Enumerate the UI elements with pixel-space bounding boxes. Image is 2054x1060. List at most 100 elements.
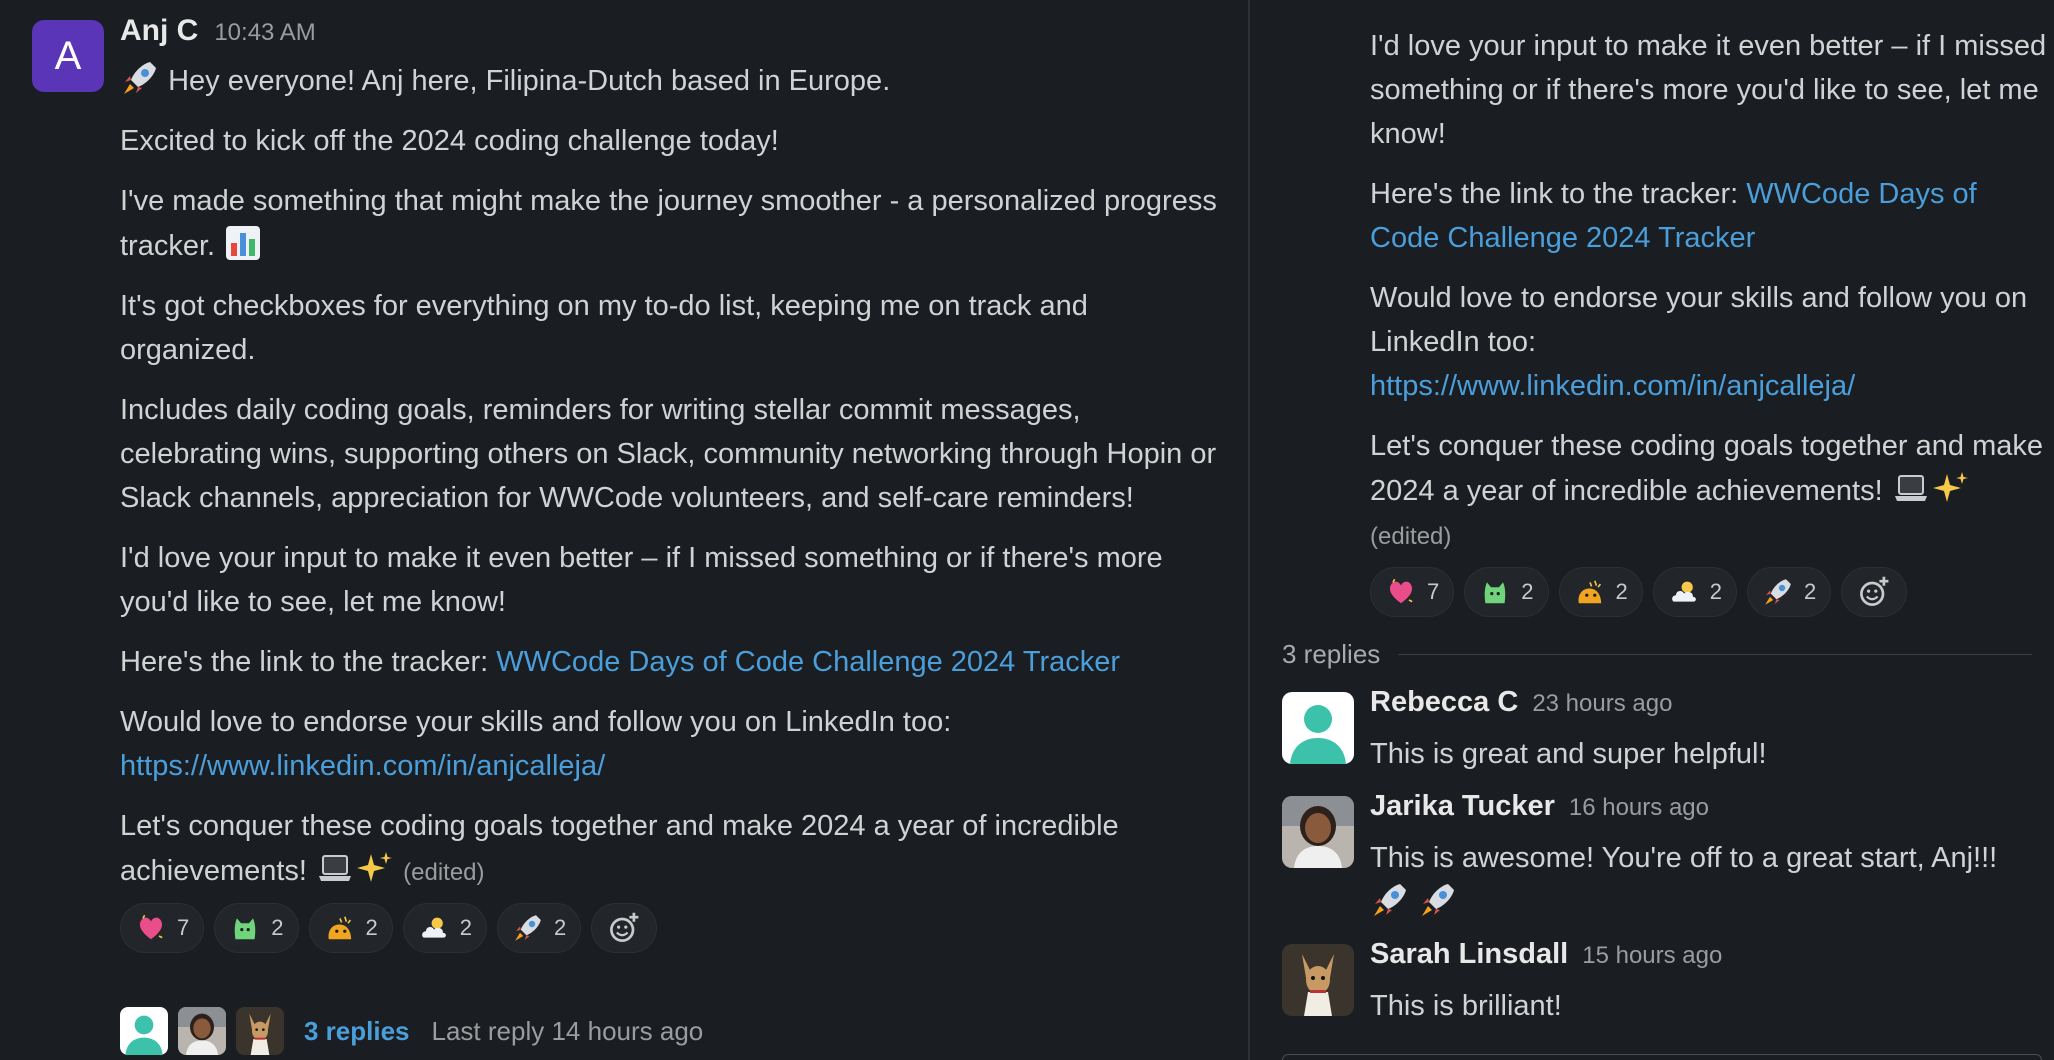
thread-line-tracker: Here's the link to the tracker: WWCode D… <box>1370 172 2050 260</box>
green-cat-icon <box>1479 576 1511 608</box>
message-line-conquer: Let's conquer these coding goals togethe… <box>120 804 1230 895</box>
reply-author[interactable]: Rebecca C <box>1370 686 1518 719</box>
intro-text: Hey everyone! Anj here, Filipina-Dutch b… <box>168 65 891 97</box>
add-reaction-button[interactable] <box>1841 567 1908 617</box>
replies-link[interactable]: 3 replies <box>304 1016 410 1047</box>
message-line-includes: Includes daily coding goals, reminders f… <box>120 394 1217 514</box>
thread-panel: I'd love your input to make it even bett… <box>1250 0 2054 1060</box>
thread-line-conquer: Let's conquer these coding goals togethe… <box>1370 424 2050 559</box>
reaction-count: 2 <box>1521 579 1534 604</box>
message-line-checkboxes: It's got checkboxes for everything on my… <box>120 290 1088 366</box>
made-text: I've made something that might make the … <box>120 185 1217 262</box>
reaction-count: 2 <box>554 915 567 940</box>
endorse-text: Would love to endorse your skills and fo… <box>1370 282 2028 358</box>
linkedin-link[interactable]: https://www.linkedin.com/in/anjcalleja/ <box>120 750 605 782</box>
reply-header: Sarah Linsdall 15 hours ago <box>1370 938 1722 971</box>
reaction-bar: 7 2 2 2 2 <box>1370 567 2050 617</box>
reaction-rocket[interactable]: 2 <box>497 903 582 953</box>
reply-text: This is brilliant! <box>1370 990 1562 1022</box>
message-line-input: I'd love your input to make it even bett… <box>120 542 1163 618</box>
reaction-count: 2 <box>1615 579 1628 604</box>
reaction-count: 7 <box>1427 579 1440 604</box>
reaction-bar: 7 2 2 2 2 <box>120 903 1230 953</box>
avatar <box>236 1007 284 1055</box>
green-cat-icon <box>229 912 261 944</box>
message-line-endorse: Would love to endorse your skills and fo… <box>120 700 1230 788</box>
thread-summary[interactable]: 3 replies Last reply 14 hours ago <box>120 1006 703 1056</box>
reaction-count: 2 <box>365 915 378 940</box>
message-header: Anj C 10:43 AM <box>120 14 316 62</box>
separator-line <box>1398 653 2032 655</box>
rocket-icon <box>1762 576 1794 608</box>
reply-timestamp[interactable]: 16 hours ago <box>1569 794 1709 822</box>
message-line-excited: Excited to kick off the 2024 coding chal… <box>120 125 779 157</box>
sparkles-icon <box>1931 468 1971 508</box>
laptop-icon <box>315 848 355 888</box>
reaction-green-cat[interactable]: 2 <box>214 903 299 953</box>
thread-line-input: I'd love your input to make it even bett… <box>1370 30 2047 150</box>
sun-cloud-icon <box>418 912 450 944</box>
laptop-icon <box>1891 468 1931 508</box>
reply-author[interactable]: Sarah Linsdall <box>1370 938 1568 971</box>
add-reaction-button[interactable] <box>591 903 658 953</box>
avatar[interactable]: A <box>32 20 104 92</box>
reply-author[interactable]: Jarika Tucker <box>1370 790 1555 823</box>
reply-timestamp[interactable]: 15 hours ago <box>1582 942 1722 970</box>
sparkling-heart-icon <box>135 912 167 944</box>
message-line-intro: Hey everyone! Anj here, Filipina-Dutch b… <box>120 58 1230 103</box>
reply-text-block: This is awesome! You're off to a great s… <box>1370 836 2040 925</box>
edited-label: (edited) <box>403 859 485 886</box>
reply-text: This is great and super helpful! <box>1370 738 1767 770</box>
party-blob-icon <box>324 912 356 944</box>
thread-parent-message: I'd love your input to make it even bett… <box>1370 24 2050 617</box>
add-reaction-icon <box>606 910 642 946</box>
author-name[interactable]: Anj C <box>120 14 198 48</box>
reaction-sparkling-heart[interactable]: 7 <box>120 903 205 953</box>
reaction-sun-cloud[interactable]: 2 <box>1652 567 1737 617</box>
tracker-prefix: Here's the link to the tracker: <box>1370 178 1747 210</box>
replies-separator: 3 replies <box>1282 636 2032 672</box>
avatar <box>120 1007 168 1055</box>
sparkles-icon <box>355 848 395 888</box>
reaction-green-cat[interactable]: 2 <box>1464 567 1549 617</box>
reaction-party-blob[interactable]: 2 <box>1558 567 1643 617</box>
rocket-icon <box>512 912 544 944</box>
reply-header: Jarika Tucker 16 hours ago <box>1370 790 1709 823</box>
avatar <box>178 1007 226 1055</box>
message-line-made: I've made something that might make the … <box>120 179 1230 268</box>
rocket-icon <box>1418 880 1458 920</box>
reaction-count: 2 <box>1709 579 1722 604</box>
sun-cloud-icon <box>1668 576 1700 608</box>
avatar[interactable] <box>1282 692 1354 764</box>
reaction-count: 2 <box>459 915 472 940</box>
reaction-sparkling-heart[interactable]: 7 <box>1370 567 1455 617</box>
thread-line-endorse: Would love to endorse your skills and fo… <box>1370 276 2050 408</box>
rocket-icon <box>120 58 160 98</box>
tracker-prefix: Here's the link to the tracker: <box>120 646 497 678</box>
conquer-text: Let's conquer these coding goals togethe… <box>120 810 1119 887</box>
reaction-party-blob[interactable]: 2 <box>308 903 393 953</box>
linkedin-link[interactable]: https://www.linkedin.com/in/anjcalleja/ <box>1370 370 1855 402</box>
endorse-text: Would love to endorse your skills and fo… <box>120 706 952 738</box>
reaction-count: 2 <box>271 915 284 940</box>
reaction-sun-cloud[interactable]: 2 <box>402 903 487 953</box>
message-timestamp[interactable]: 10:43 AM <box>214 19 315 47</box>
reaction-rocket[interactable]: 2 <box>1747 567 1832 617</box>
avatar[interactable] <box>1282 796 1354 868</box>
reaction-count: 7 <box>177 915 190 940</box>
reply-composer[interactable] <box>1282 1054 2042 1060</box>
message-line-tracker: Here's the link to the tracker: WWCode D… <box>120 640 1230 684</box>
reply-header: Rebecca C 23 hours ago <box>1370 686 1672 719</box>
reply-text: This is awesome! You're off to a great s… <box>1370 842 1998 874</box>
reply-timestamp[interactable]: 23 hours ago <box>1532 690 1672 718</box>
bar-chart-icon <box>223 223 263 263</box>
tracker-link[interactable]: WWCode Days of Code Challenge 2024 Track… <box>496 646 1120 678</box>
edited-label: (edited) <box>1370 523 1452 550</box>
avatar[interactable] <box>1282 944 1354 1016</box>
party-blob-icon <box>1574 576 1606 608</box>
reaction-count: 2 <box>1804 579 1817 604</box>
channel-message-pane: A Anj C 10:43 AM Hey everyone! Anj here,… <box>0 0 1248 1060</box>
sparkling-heart-icon <box>1385 576 1417 608</box>
replies-count: 3 replies <box>1282 638 1381 669</box>
add-reaction-icon <box>1856 574 1892 610</box>
